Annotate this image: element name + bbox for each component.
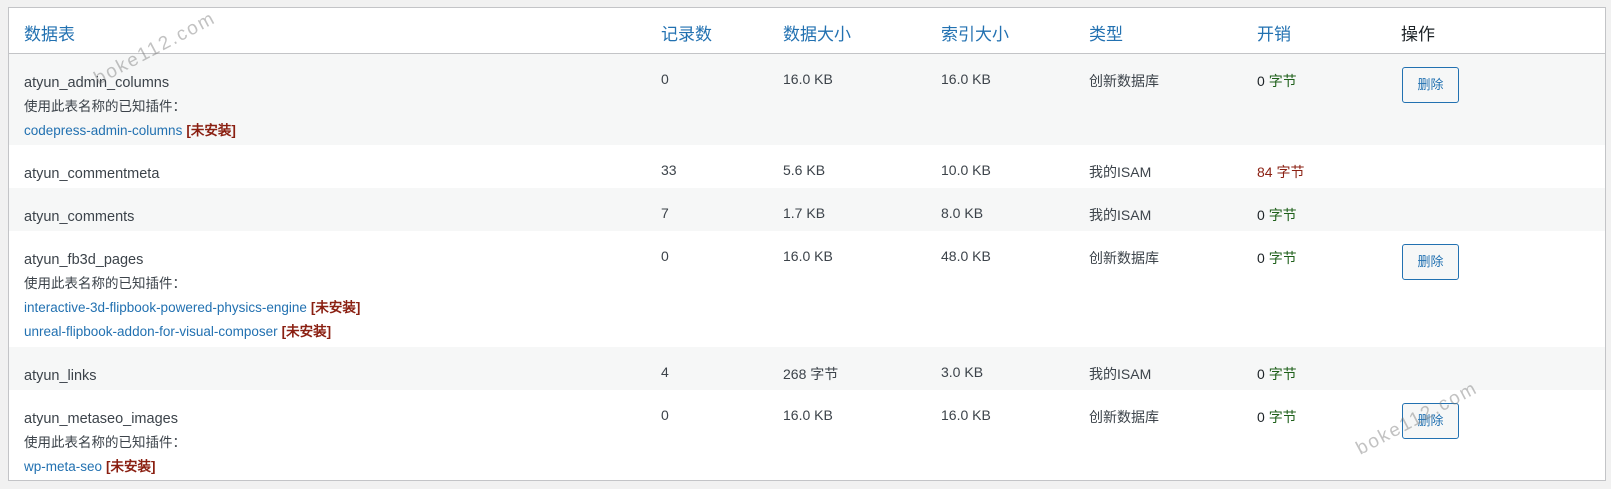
overhead-unit: 字节 (1268, 207, 1297, 223)
col-header-action: 操作 (1401, 25, 1435, 44)
plugin-link[interactable]: codepress-admin-columns (24, 123, 182, 138)
table-name: atyun_admin_columns (24, 75, 170, 91)
table-name: atyun_links (24, 368, 97, 384)
record-count: 33 (661, 162, 677, 178)
engine-type: 创新数据库 (1089, 73, 1159, 89)
overhead-value: 84 (1257, 164, 1273, 180)
overhead-unit: 字节 (1268, 409, 1297, 425)
not-installed-badge: [未安装] (281, 324, 332, 339)
table-name: atyun_commentmeta (24, 166, 160, 182)
table-name: atyun_fb3d_pages (24, 252, 144, 268)
plugin-link[interactable]: wp-meta-seo (24, 459, 102, 474)
overhead-unit: 字节 (1268, 250, 1297, 266)
table-name-cell: atyun_comments (24, 205, 134, 229)
table-row: atyun_links 4 268 字节 3.0 KB 我的ISAM 0 字节 (9, 347, 1605, 390)
data-size: 1.7 KB (783, 205, 826, 221)
table-body: atyun_admin_columns 使用此表名称的已知插件： codepress… (9, 54, 1605, 480)
overhead: 0 字节 (1257, 205, 1297, 225)
record-count: 7 (661, 205, 669, 221)
index-size: 8.0 KB (941, 205, 984, 221)
plugin-line: wp-meta-seo [未安装] (24, 455, 186, 479)
database-tables-table: 数据表 记录数 数据大小 索引大小 类型 开销 操作 atyun_admin_c… (8, 7, 1606, 481)
table-name-cell: atyun_links (24, 364, 97, 388)
index-size: 3.0 KB (941, 364, 984, 380)
known-plugins-note: 使用此表名称的已知插件： (24, 276, 186, 291)
overhead-value: 0 (1257, 73, 1265, 89)
index-size: 16.0 KB (941, 407, 991, 423)
col-header-data-size[interactable]: 数据大小 (783, 20, 851, 45)
plugin-link[interactable]: interactive-3d-flipbook-powered-physics-… (24, 300, 307, 315)
col-header-records[interactable]: 记录数 (661, 20, 712, 45)
col-header-type[interactable]: 类型 (1089, 20, 1123, 45)
table-row: atyun_metaseo_images 使用此表名称的已知插件： wp-meta-… (9, 390, 1605, 480)
data-size: 268 字节 (783, 366, 839, 382)
engine-type: 创新数据库 (1089, 409, 1159, 425)
table-name-cell: atyun_fb3d_pages 使用此表名称的已知插件： interactive-… (24, 248, 360, 344)
table-row: atyun_comments 7 1.7 KB 8.0 KB 我的ISAM 0 字节 (9, 188, 1605, 231)
known-plugins-note: 使用此表名称的已知插件： (24, 435, 186, 450)
index-size: 48.0 KB (941, 248, 991, 264)
table-name-cell: atyun_commentmeta (24, 162, 159, 186)
overhead-unit: 字节 (1276, 164, 1305, 180)
data-size: 16.0 KB (783, 71, 833, 87)
col-header-table[interactable]: 数据表 (24, 20, 75, 45)
record-count: 0 (661, 407, 669, 423)
overhead: 0 字节 (1257, 71, 1297, 91)
delete-table-button[interactable]: 删除 (1402, 67, 1459, 103)
col-header-overhead[interactable]: 开销 (1257, 20, 1291, 45)
table-row: atyun_admin_columns 使用此表名称的已知插件： codepress… (9, 54, 1605, 145)
record-count: 0 (661, 248, 669, 264)
overhead-value: 0 (1257, 409, 1265, 425)
overhead: 0 字节 (1257, 248, 1297, 268)
index-size: 10.0 KB (941, 162, 991, 178)
overhead: 0 字节 (1257, 407, 1297, 427)
table-name: atyun_comments (24, 209, 135, 225)
overhead-unit: 字节 (1268, 366, 1297, 382)
data-size: 16.0 KB (783, 248, 833, 264)
plugin-line: unreal-flipbook-addon-for-visual-compose… (24, 320, 360, 344)
data-size: 16.0 KB (783, 407, 833, 423)
engine-type: 创新数据库 (1089, 250, 1159, 266)
overhead-unit: 字节 (1268, 73, 1297, 89)
engine-type: 我的ISAM (1089, 366, 1152, 382)
overhead-value: 0 (1257, 366, 1265, 382)
table-name: atyun_metaseo_images (24, 411, 178, 427)
plugin-line: interactive-3d-flipbook-powered-physics-… (24, 296, 360, 320)
table-row: atyun_commentmeta 33 5.6 KB 10.0 KB 我的ISAM 84… (9, 145, 1605, 188)
table-name-cell: atyun_metaseo_images 使用此表名称的已知插件： wp-meta-… (24, 407, 186, 479)
engine-type: 我的ISAM (1089, 207, 1152, 223)
table-name-cell: atyun_admin_columns 使用此表名称的已知插件： codepress… (24, 71, 236, 143)
record-count: 0 (661, 71, 669, 87)
plugin-link[interactable]: unreal-flipbook-addon-for-visual-compose… (24, 324, 278, 339)
not-installed-badge: [未安装] (106, 459, 156, 474)
col-header-index-size[interactable]: 索引大小 (941, 20, 1009, 45)
record-count: 4 (661, 364, 669, 380)
table-row: atyun_fb3d_pages 使用此表名称的已知插件： interactive-… (9, 231, 1605, 347)
delete-table-button[interactable]: 删除 (1402, 244, 1459, 280)
index-size: 16.0 KB (941, 71, 991, 87)
overhead-value: 0 (1257, 250, 1265, 266)
overhead: 84 字节 (1257, 162, 1304, 182)
plugin-line: codepress-admin-columns [未安装] (24, 119, 236, 143)
table-header-row: 数据表 记录数 数据大小 索引大小 类型 开销 操作 (9, 8, 1605, 54)
not-installed-badge: [未安装] (310, 300, 361, 315)
delete-table-button[interactable]: 删除 (1402, 403, 1459, 439)
data-size: 5.6 KB (783, 162, 826, 178)
known-plugins-note: 使用此表名称的已知插件： (24, 99, 186, 114)
engine-type: 我的ISAM (1089, 164, 1152, 180)
not-installed-badge: [未安装] (186, 123, 236, 138)
overhead: 0 字节 (1257, 364, 1297, 384)
overhead-value: 0 (1257, 207, 1265, 223)
